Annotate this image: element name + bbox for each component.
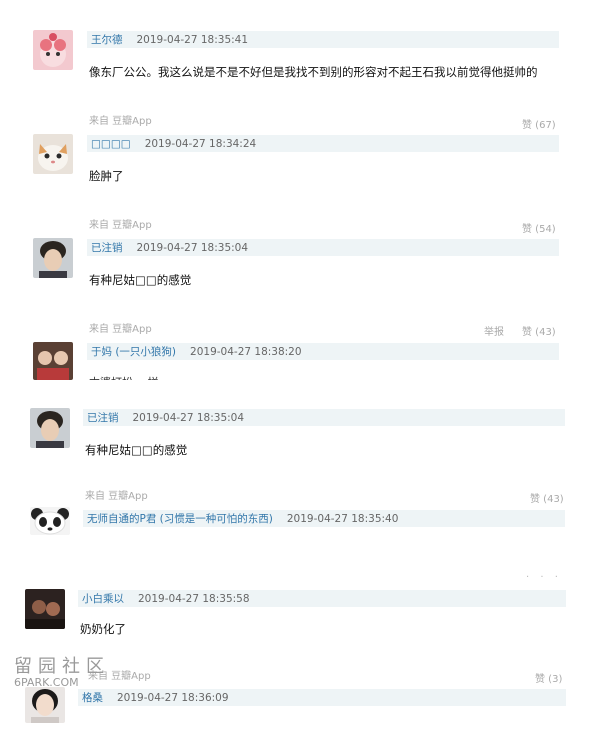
avatar[interactable] [33,342,73,380]
watermark-text: 留园社区 [14,656,110,677]
username-link[interactable]: 已注销 [91,240,123,255]
username-link[interactable]: 于妈 (一只小狼狗) [91,344,176,359]
username-link[interactable]: 无师自通的P君 (习惯是一种可怕的东西) [87,511,273,526]
timestamp: 2019-04-27 18:38:20 [190,345,302,358]
like-button[interactable]: 赞 (43) [530,490,564,505]
avatar[interactable] [33,134,73,174]
avatar[interactable] [33,238,73,278]
avatar-panda-icon [30,507,70,535]
avatar[interactable] [30,507,70,535]
comment-header: 王尔德 2019-04-27 18:35:41 [87,31,559,48]
username-link[interactable]: 已注销 [87,410,119,425]
avatar-cat-icon [33,134,73,174]
comment-source: 来自 豆瓣App [89,116,152,127]
avatar-couple-icon [33,342,73,380]
timestamp: 2019-04-27 18:35:58 [138,592,250,605]
avatar[interactable] [25,687,65,723]
timestamp: 2019-04-27 18:34:24 [144,137,257,150]
comment-text: 像东厂公公。我这么说是不是不好但是我找不到别的形容对不起王石我以前觉得他挺帅的 [89,65,538,79]
comment-header: 已注销 2019-04-27 18:35:04 [87,239,559,256]
comment-header: 无师自通的P君 (习惯是一种可怕的东西) 2019-04-27 18:35:40 [83,510,565,527]
watermark: 留园社区 6PARK.COM [14,652,110,689]
timestamp: 2019-04-27 18:35:04 [132,411,245,424]
comment-source: 来自 豆瓣App [85,491,148,502]
username-link[interactable]: 小白乘以 [82,591,124,606]
avatar[interactable] [33,30,73,70]
comment-header: 格桑 2019-04-27 18:36:09 [78,689,566,706]
timestamp: 2019-04-27 18:35:04 [136,241,249,254]
avatar[interactable] [25,589,65,629]
comment-header: 于妈 (一只小狼狗) 2019-04-27 18:38:20 [87,343,559,360]
report-button[interactable]: 举报 [484,323,504,338]
avatar-boy-icon [30,408,70,448]
comment-source: 来自 豆瓣App [89,220,152,231]
timestamp: 2019-04-27 18:35:40 [286,512,399,525]
avatar-dark-icon [25,589,65,629]
cut-marks: · · · [526,572,562,583]
comment-text: 奶奶化了 [80,622,126,636]
like-button[interactable]: 赞 (3) [535,670,562,685]
comment-text-cut: 本婆打扮 一样 [89,374,289,380]
like-button[interactable]: 赞 (67) [522,116,556,131]
timestamp: 2019-04-27 18:36:09 [117,691,229,704]
timestamp: 2019-04-27 18:35:41 [136,33,249,46]
like-button[interactable]: 赞 (43) [522,323,556,338]
comment-text: 有种尼姑□□的感觉 [85,443,188,457]
avatar-girl-icon [25,687,65,723]
avatar-boy-icon [33,238,73,278]
comment-text: 脸肿了 [89,169,124,183]
comment-header: □□□□ 2019-04-27 18:34:24 [87,135,559,152]
avatar[interactable] [30,408,70,448]
username-link[interactable]: 王尔德 [91,32,123,47]
comment-header: 已注销 2019-04-27 18:35:04 [83,409,565,426]
comment-text: 有种尼姑□□的感觉 [89,273,192,287]
avatar-pink-cartoon-icon [33,30,73,70]
username-link[interactable]: 格桑 [82,690,103,705]
like-button[interactable]: 赞 (54) [522,220,556,235]
comment-source: 来自 豆瓣App [89,324,152,335]
username-link[interactable]: □□□□ [91,138,131,150]
comment-header: 小白乘以 2019-04-27 18:35:58 [78,590,566,607]
